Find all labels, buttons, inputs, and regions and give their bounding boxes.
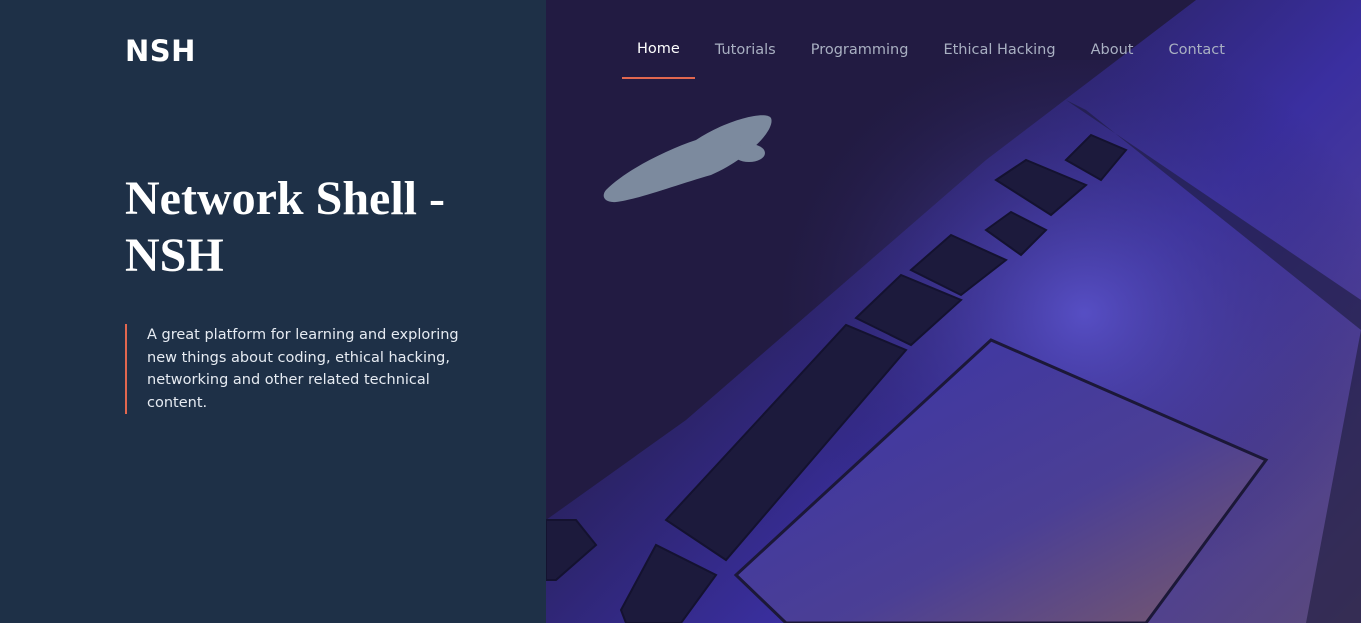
main-nav: Home Tutorials Programming Ethical Hacki…: [622, 26, 1225, 79]
laptop-illustration: [546, 0, 1361, 623]
nav-about[interactable]: About: [1091, 26, 1134, 79]
nav-ethical-hacking[interactable]: Ethical Hacking: [943, 26, 1055, 79]
nav-contact[interactable]: Contact: [1168, 26, 1224, 79]
nav-tutorials[interactable]: Tutorials: [715, 26, 776, 79]
nav-programming[interactable]: Programming: [811, 26, 909, 79]
hero-title: Network Shell - NSH: [125, 170, 485, 284]
hero-image: [546, 0, 1361, 623]
hero-title-line2: NSH: [125, 229, 224, 282]
hero-description: A great platform for learning and explor…: [147, 327, 459, 411]
nav-home[interactable]: Home: [622, 26, 695, 79]
left-panel: NSH Network Shell - NSH A great platform…: [0, 0, 546, 623]
laptop-logo-mark: [733, 144, 765, 162]
site-logo[interactable]: NSH: [125, 34, 196, 68]
hero-title-line1: Network Shell -: [125, 172, 445, 225]
hero-description-block: A great platform for learning and explor…: [125, 324, 465, 414]
